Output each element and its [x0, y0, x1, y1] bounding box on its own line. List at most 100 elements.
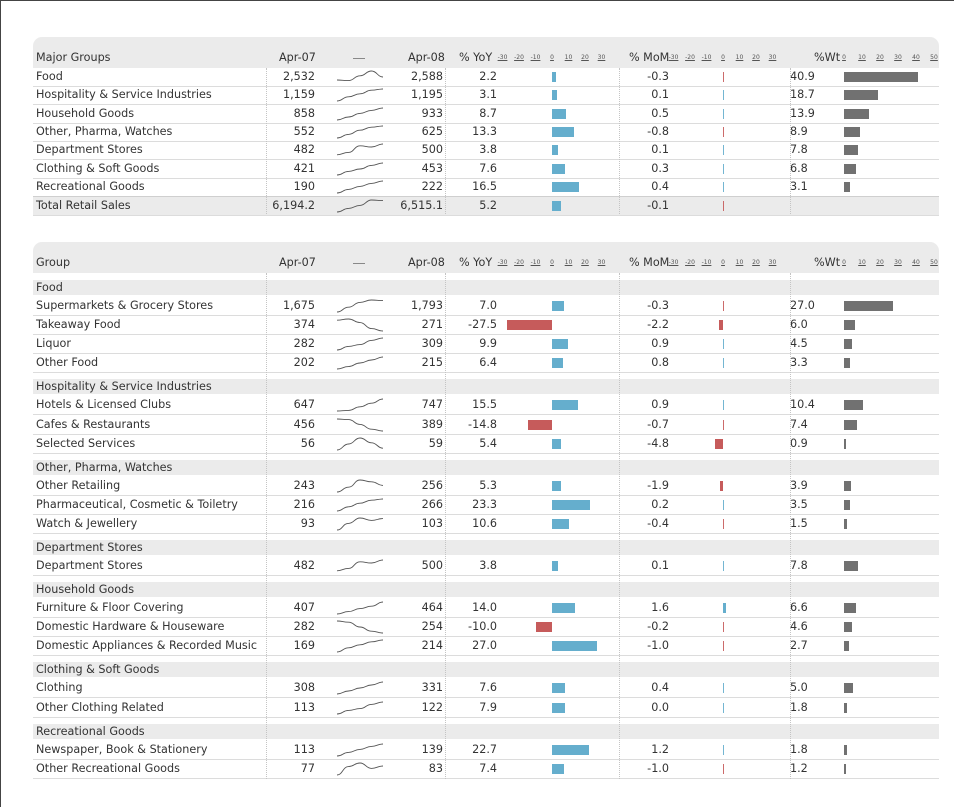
value-mom: -1.9 — [647, 478, 669, 492]
axis-tick-yoy: 10 — [564, 54, 573, 61]
value-weight: 18.7 — [790, 88, 815, 102]
axis-tick-mom: 20 — [752, 54, 760, 61]
sparkline-path — [336, 743, 384, 757]
sparkline — [336, 143, 384, 156]
group-header: Recreational Goods — [33, 723, 939, 739]
sparkline-path — [336, 125, 384, 139]
column-separator — [790, 68, 791, 215]
value-weight: 6.0 — [790, 318, 808, 332]
value-yoy: 3.8 — [479, 143, 497, 157]
sparkline-path — [336, 143, 384, 156]
value-yoy: -14.8 — [468, 417, 497, 431]
table-row: Department Stores 482 500 3.8 0.1 7.8 — [33, 557, 939, 576]
table-row: Liquor 282 309 9.9 0.9 4.5 — [33, 335, 939, 355]
row-label: Cafes & Restaurants — [36, 417, 151, 431]
value-weight: 3.3 — [790, 356, 808, 370]
axis-tick-yoy: -20 — [514, 54, 524, 61]
row-label: Recreational Goods — [36, 179, 145, 193]
weight-bar — [844, 603, 856, 614]
sparkline — [336, 318, 384, 332]
yoy-bar — [552, 683, 565, 694]
value-apr08: 122 — [421, 700, 443, 714]
value-apr07: 552 — [293, 124, 315, 138]
axis-tick-yoy: 30 — [597, 259, 606, 266]
value-yoy: 15.5 — [472, 398, 497, 412]
weight-bar — [844, 301, 893, 311]
row-label: Other Retailing — [36, 478, 121, 492]
axis-tick-mom: 10 — [735, 54, 744, 61]
axis-tick-wt: 10 — [858, 54, 866, 61]
sparkline-path — [336, 398, 384, 412]
header-trend-dash — [353, 58, 365, 59]
value-weight: 6.8 — [790, 161, 808, 175]
value-apr07: 407 — [293, 601, 315, 615]
value-apr07: 482 — [293, 143, 315, 157]
table-row: Clothing 308 331 7.6 0.4 5.0 — [33, 679, 939, 699]
value-apr08: 214 — [421, 639, 443, 653]
weight-bar — [844, 72, 918, 82]
weight-bar — [844, 358, 850, 369]
value-yoy: 7.6 — [479, 681, 497, 695]
value-yoy: 7.9 — [479, 700, 497, 714]
weight-bar — [844, 763, 847, 774]
sparkline — [336, 180, 384, 194]
sparkline-path — [336, 107, 384, 121]
axis-tick-yoy: 20 — [581, 259, 589, 266]
header-group-label: Group — [36, 256, 71, 269]
row-label: Household Goods — [36, 106, 135, 120]
sparkline-path — [336, 559, 384, 572]
table-row: Other Retailing 243 256 5.3 -1.9 3.9 — [33, 477, 939, 496]
sparkline-path — [336, 498, 384, 512]
yoy-bar — [552, 301, 564, 311]
table-row: Hotels & Licensed Clubs 647 747 15.5 0.9 10.4 — [33, 396, 939, 416]
sparkline-path — [336, 437, 384, 451]
header-trend-dash — [353, 263, 365, 264]
value-apr08: 500 — [421, 559, 443, 572]
value-yoy: 13.3 — [472, 124, 497, 138]
table-row: Household Goods 858 933 8.7 0.5 13.9 — [33, 105, 939, 124]
value-apr07: 6,194.2 — [272, 199, 315, 213]
mom-bar — [723, 181, 724, 192]
row-label: Total Retail Sales — [36, 199, 131, 213]
sparkline-path — [336, 299, 384, 313]
value-mom: 0.1 — [651, 559, 669, 572]
weight-bar — [844, 126, 861, 137]
sparkline — [336, 620, 384, 634]
value-apr07: 202 — [293, 356, 315, 370]
row-label: Clothing & Soft Goods — [36, 161, 160, 175]
group-header: Department Stores — [33, 540, 939, 555]
weight-bar — [844, 145, 859, 156]
column-separator — [445, 68, 446, 215]
table-row: Other, Pharma, Watches 552 625 13.3 -0.8 8.9 — [33, 123, 939, 142]
weight-bar — [844, 181, 850, 192]
column-separator — [445, 273, 446, 779]
mom-bar — [723, 763, 724, 774]
value-weight: 7.4 — [790, 417, 808, 431]
value-apr08: 2,588 — [410, 70, 443, 83]
value-yoy: -27.5 — [468, 318, 497, 332]
sparkline-path — [336, 337, 384, 351]
axis-tick-wt: 20 — [876, 259, 884, 266]
value-apr07: 282 — [293, 337, 315, 351]
value-apr07: 1,159 — [282, 88, 315, 102]
yoy-bar — [552, 181, 580, 192]
value-yoy: 8.7 — [479, 106, 497, 120]
value-yoy: 7.0 — [479, 299, 497, 312]
weight-bar — [844, 561, 859, 571]
mom-bar — [715, 438, 723, 449]
table-row: Pharmaceutical, Cosmetic & Toiletry 216 26… — [33, 496, 939, 515]
group-header-label: Household Goods — [36, 583, 135, 597]
value-mom: -4.8 — [647, 436, 669, 450]
axis-tick-wt: 10 — [858, 259, 866, 266]
yoy-bar — [552, 358, 563, 369]
value-apr07: 374 — [293, 318, 315, 332]
axis-tick-wt: 40 — [912, 54, 920, 61]
yoy-bar — [552, 126, 574, 137]
detailed-groups-table: Group Apr-07 Apr-08 % YoY % MoM %Wt -30 -20 -10 0… — [33, 242, 939, 785]
table-row: Other Food 202 215 6.4 0.8 3.3 — [33, 354, 939, 374]
row-label: Food — [36, 70, 63, 83]
yoy-bar — [552, 201, 561, 212]
value-apr08: 254 — [421, 620, 443, 634]
yoy-bar — [552, 603, 576, 614]
weight-bar — [844, 702, 848, 713]
